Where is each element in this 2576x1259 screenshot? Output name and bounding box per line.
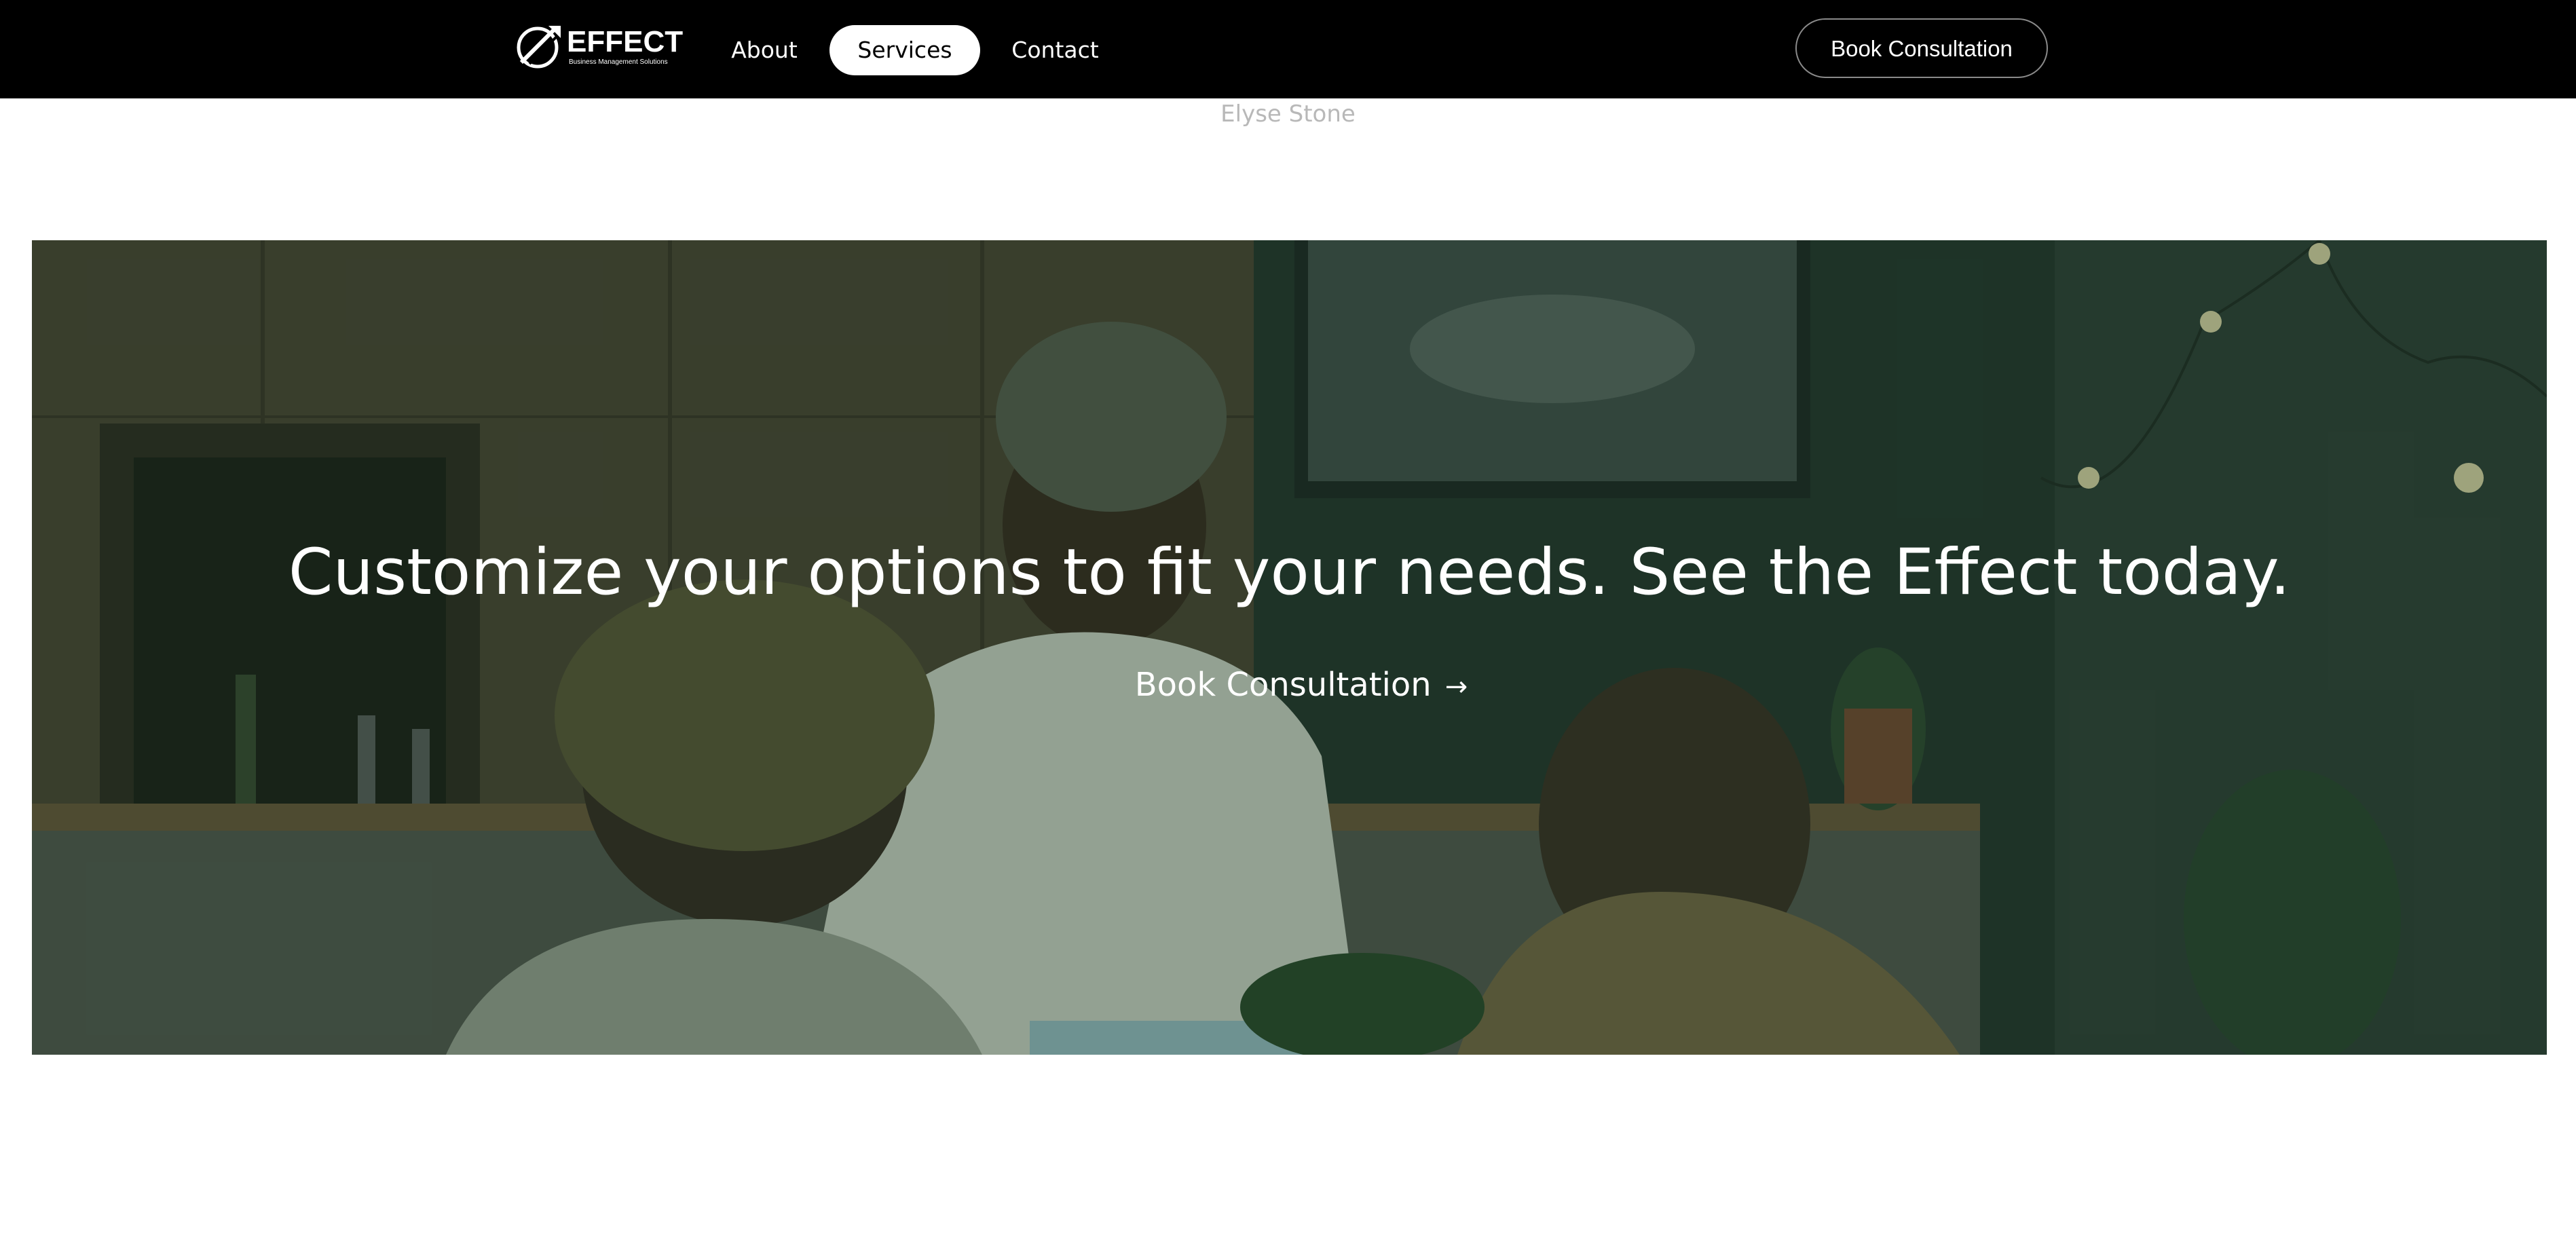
hero-color-overlay [32, 240, 2547, 1055]
effect-logo-icon [517, 26, 561, 69]
hero-book-consultation-link[interactable]: Book Consultation → [1125, 658, 1478, 712]
book-consultation-button[interactable]: Book Consultation [1795, 18, 2048, 78]
brand-logo[interactable]: EFFECT Business Management Solutions [516, 23, 683, 71]
logo-tagline: Business Management Solutions [569, 58, 668, 66]
author-name: Elyse Stone [1220, 100, 1356, 128]
hero-cta-label: Book Consultation [1134, 666, 1432, 704]
hero-headline: Customize your options to fit your needs… [288, 535, 2291, 609]
top-nav-bar: EFFECT Business Management Solutions Abo… [0, 0, 2576, 98]
logo-wordmark: EFFECT [567, 25, 684, 58]
nav-link-contact[interactable]: Contact [996, 25, 1115, 75]
arrow-right-icon: → [1444, 671, 1468, 702]
nav-link-services[interactable]: Services [829, 25, 980, 75]
nav-link-about[interactable]: About [716, 25, 813, 75]
hero-banner: Customize your options to fit your needs… [32, 240, 2547, 1055]
